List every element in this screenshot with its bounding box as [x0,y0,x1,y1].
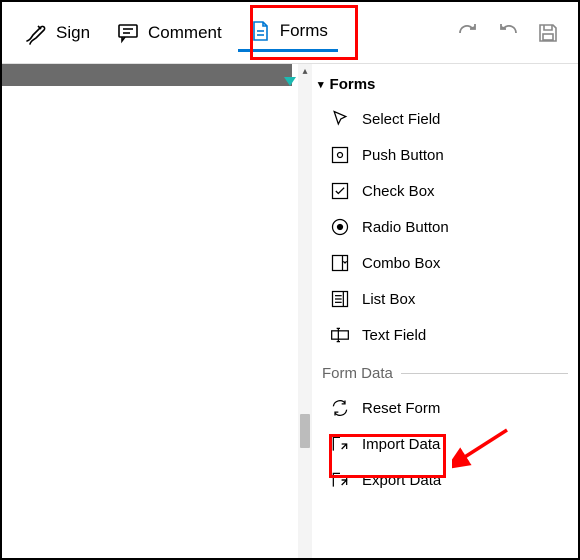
content-area: ▴ ▾ Forms Select Field Push Button Check… [2,64,578,558]
sign-label: Sign [56,23,90,43]
item-label: Reset Form [362,400,440,417]
combo-box-item[interactable]: Combo Box [318,245,568,281]
cursor-icon [330,109,350,129]
scroll-up-icon[interactable]: ▴ [298,64,312,78]
ruler-strip [2,64,292,86]
ruler-marker[interactable] [284,77,296,86]
item-label: List Box [362,291,415,308]
radio-button-item[interactable]: Radio Button [318,209,568,245]
import-icon [330,434,350,454]
export-icon [330,470,350,490]
comment-icon [116,21,140,45]
check-box-item[interactable]: Check Box [318,173,568,209]
sign-button[interactable]: Sign [14,15,100,51]
push-button-icon [330,145,350,165]
main-toolbar: Sign Comment Forms [2,2,578,64]
reset-icon [330,398,350,418]
document-icon [248,19,272,43]
pen-icon [24,21,48,45]
checkbox-icon [330,181,350,201]
select-field-item[interactable]: Select Field [318,101,568,137]
item-label: Import Data [362,436,440,453]
item-label: Text Field [362,327,426,344]
list-box-item[interactable]: List Box [318,281,568,317]
push-button-item[interactable]: Push Button [318,137,568,173]
item-label: Radio Button [362,219,449,236]
radio-icon [330,217,350,237]
forms-panel: ▾ Forms Select Field Push Button Check B… [312,64,578,558]
form-data-label: Form Data [322,365,393,382]
toolbar-right [456,21,566,45]
scroll-thumb[interactable] [300,414,310,448]
save-icon[interactable] [536,21,560,45]
export-data-item[interactable]: Export Data [318,462,568,498]
import-data-item[interactable]: Import Data [318,426,568,462]
comment-button[interactable]: Comment [106,15,232,51]
document-area: ▴ [2,64,312,558]
redo-icon[interactable] [456,21,480,45]
combobox-icon [330,253,350,273]
vertical-scrollbar[interactable]: ▴ [298,64,312,558]
forms-label: Forms [280,21,328,41]
collapse-icon: ▾ [318,78,324,91]
panel-title-row[interactable]: ▾ Forms [318,74,568,101]
comment-label: Comment [148,23,222,43]
forms-button[interactable]: Forms [238,13,338,52]
text-field-item[interactable]: Text Field [318,317,568,353]
item-label: Combo Box [362,255,440,272]
item-label: Select Field [362,111,440,128]
item-label: Push Button [362,147,444,164]
listbox-icon [330,289,350,309]
form-data-section: Form Data [318,353,568,390]
item-label: Export Data [362,472,441,489]
divider [401,373,568,374]
undo-icon[interactable] [496,21,520,45]
item-label: Check Box [362,183,435,200]
textfield-icon [330,325,350,345]
reset-form-item[interactable]: Reset Form [318,390,568,426]
panel-title: Forms [330,76,376,93]
